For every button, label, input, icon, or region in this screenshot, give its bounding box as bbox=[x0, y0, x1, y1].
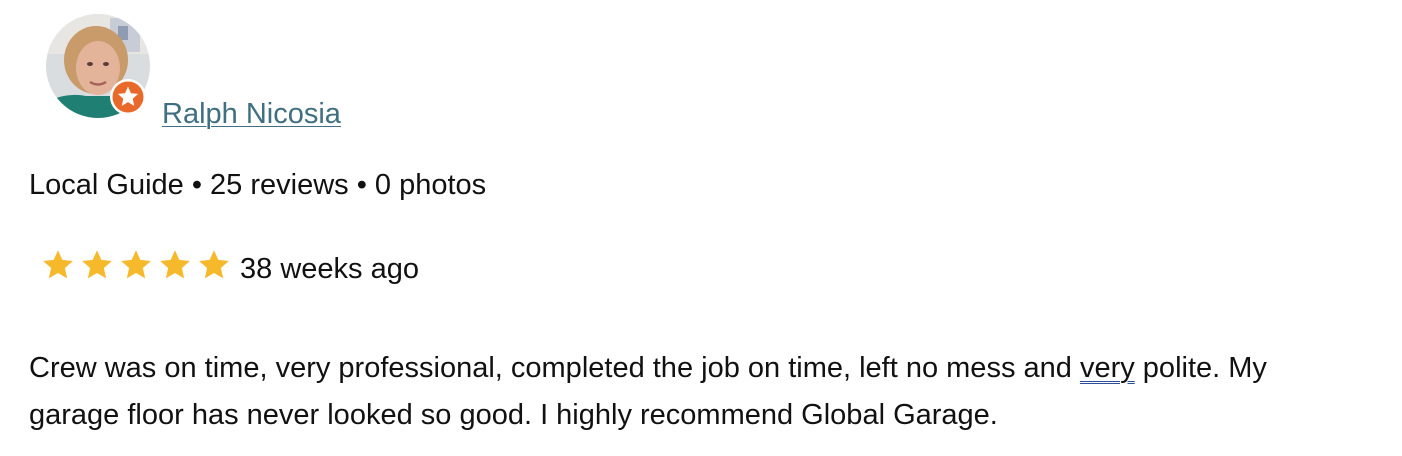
reviewer-name-link[interactable]: Ralph Nicosia bbox=[162, 96, 341, 132]
avatar-container[interactable] bbox=[46, 14, 150, 118]
star-icon bbox=[196, 247, 232, 283]
star-icon bbox=[157, 247, 193, 283]
review-time: 38 weeks ago bbox=[240, 253, 419, 285]
local-guide-badge-icon bbox=[109, 78, 147, 116]
review-text: Crew was on time, very professional, com… bbox=[29, 345, 1329, 439]
star-rating bbox=[40, 247, 235, 283]
star-icon bbox=[118, 247, 154, 283]
star-icon bbox=[79, 247, 115, 283]
rating-row: 38 weeks ago bbox=[40, 243, 419, 287]
review-card: Ralph Nicosia Local Guide • 25 reviews •… bbox=[0, 0, 1402, 456]
flagged-word[interactable]: very bbox=[1080, 352, 1135, 384]
star-icon bbox=[40, 247, 76, 283]
reviewer-meta: Local Guide • 25 reviews • 0 photos bbox=[29, 169, 487, 201]
review-text-part: Crew was on time, very professional, com… bbox=[29, 352, 1080, 384]
